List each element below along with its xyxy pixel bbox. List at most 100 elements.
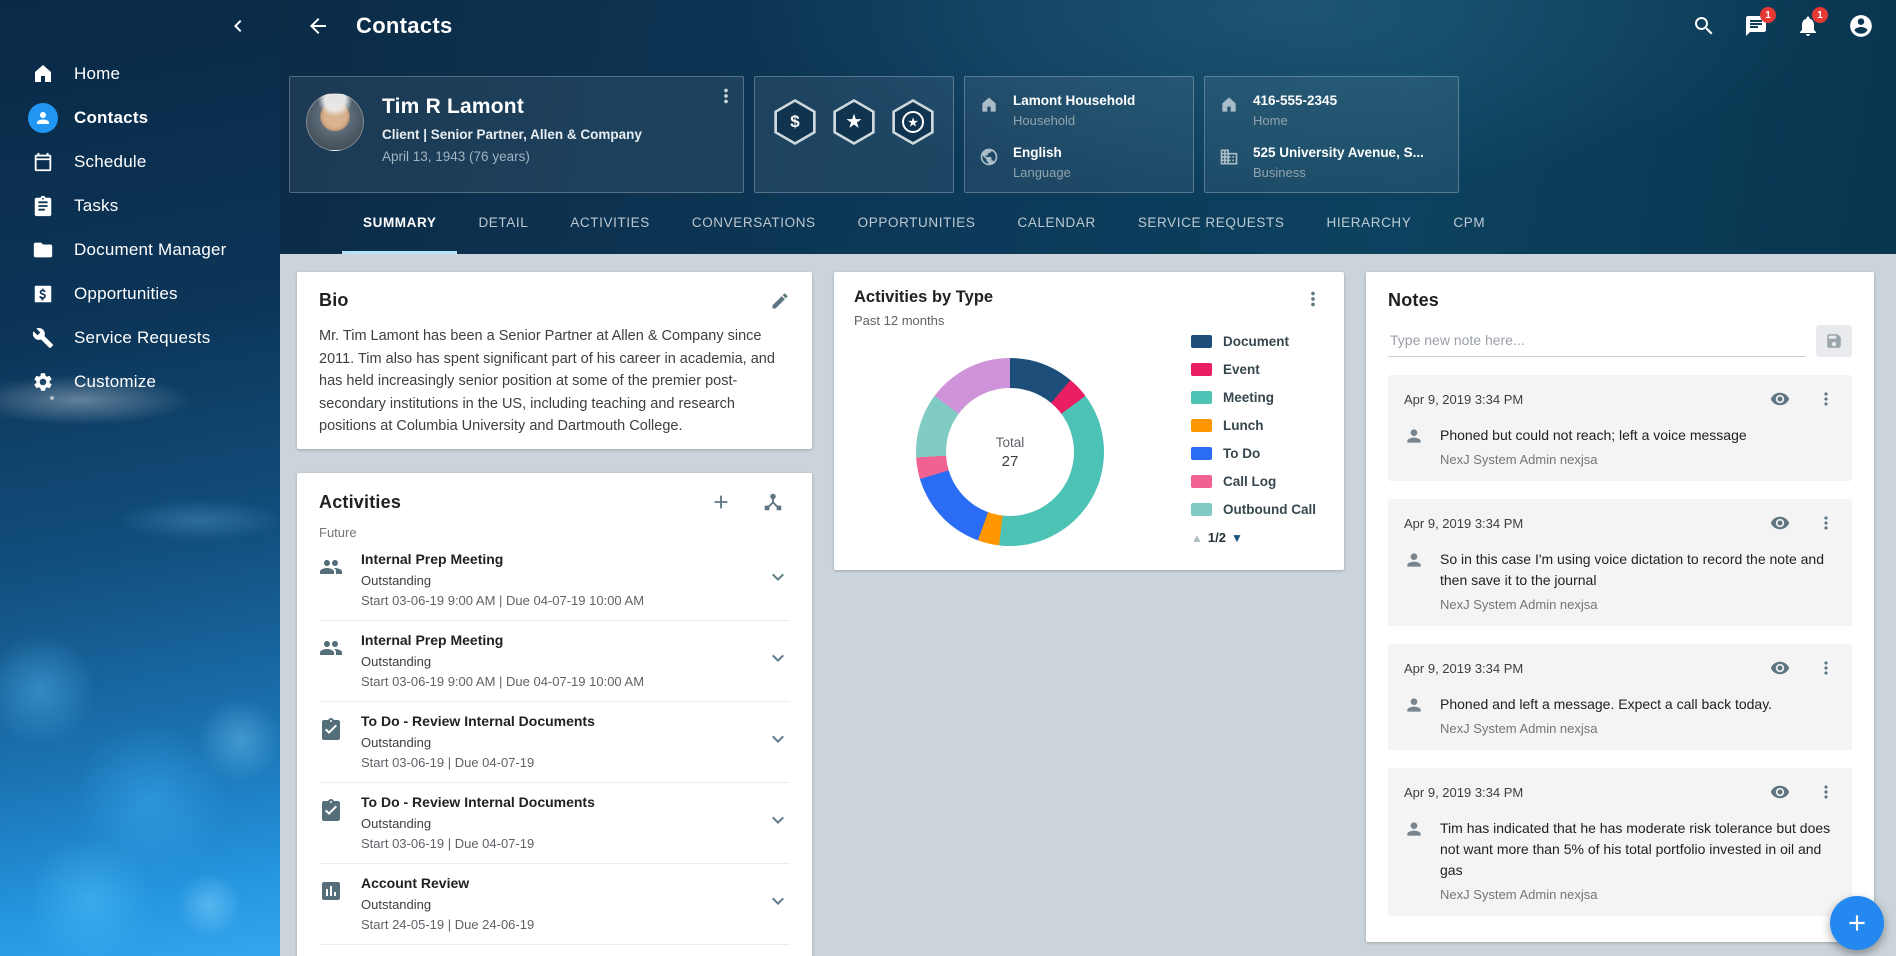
note-author: NexJ System Admin nexjsa: [1440, 887, 1836, 902]
donut-total-value: 27: [1002, 453, 1019, 470]
sidebar-item-contacts[interactable]: Contacts: [0, 96, 280, 140]
note-item: Apr 9, 2019 3:34 PM: [1388, 375, 1852, 481]
contact-avatar[interactable]: [306, 93, 364, 151]
chat-icon[interactable]: 1: [1744, 14, 1768, 38]
tab-hierarchy[interactable]: HIERARCHY: [1305, 193, 1432, 254]
contact-subtitle: Client | Senior Partner, Allen & Company: [382, 127, 642, 142]
chevron-down-icon[interactable]: [766, 889, 790, 918]
chevron-down-icon[interactable]: [766, 646, 790, 675]
chevron-down-icon[interactable]: [766, 565, 790, 594]
back-arrow-icon[interactable]: [306, 14, 330, 38]
sidebar-item-label: Opportunities: [74, 284, 178, 304]
summary-content: Bio Mr. Tim Lamont has been a Senior Par…: [280, 254, 1896, 956]
note-menu-icon[interactable]: [1816, 782, 1836, 802]
person-icon: [1404, 426, 1426, 467]
note-timestamp: Apr 9, 2019 3:34 PM: [1404, 661, 1523, 676]
account-icon[interactable]: [1848, 13, 1874, 39]
sidebar-item-tasks[interactable]: Tasks: [0, 184, 280, 228]
legend-label: Document: [1223, 334, 1289, 349]
sidebar-item-label: Service Requests: [74, 328, 210, 348]
eye-icon[interactable]: [1770, 513, 1790, 533]
note-author: NexJ System Admin nexjsa: [1440, 721, 1772, 736]
bell-badge: 1: [1812, 7, 1828, 23]
activity-status: Outstanding: [361, 816, 766, 831]
globe-icon: [979, 147, 1001, 180]
hierarchy-icon[interactable]: [762, 491, 784, 513]
chart-menu-icon[interactable]: [1302, 288, 1324, 310]
note-menu-icon[interactable]: [1816, 389, 1836, 409]
sidebar-item-home[interactable]: Home: [0, 52, 280, 96]
legend-item: To Do: [1191, 446, 1316, 461]
activity-title: Internal Prep Meeting: [361, 632, 766, 648]
note-timestamp: Apr 9, 2019 3:34 PM: [1404, 516, 1523, 531]
chevron-down-icon[interactable]: [766, 727, 790, 756]
legend-page-up-icon[interactable]: ▲: [1191, 531, 1203, 545]
sidebar-item-opportunities[interactable]: Opportunities: [0, 272, 280, 316]
add-fab-button[interactable]: [1830, 896, 1884, 950]
sidebar-item-customize[interactable]: Customize: [0, 360, 280, 404]
star-circle-badge-icon[interactable]: ★: [890, 99, 936, 145]
sidebar-collapse-icon[interactable]: [226, 14, 250, 38]
sidebar-nav: Home Contacts Schedule Tasks: [0, 52, 280, 404]
household-row[interactable]: Lamont Household Household: [979, 93, 1179, 128]
legend-swatch: [1191, 335, 1212, 348]
eye-icon[interactable]: [1770, 389, 1790, 409]
dollar-badge-icon[interactable]: $: [772, 99, 818, 145]
eye-icon[interactable]: [1770, 658, 1790, 678]
chart-title: Activities by Type: [854, 288, 993, 307]
sidebar-item-label: Home: [74, 64, 120, 84]
search-icon[interactable]: [1692, 14, 1716, 38]
wrench-icon: [28, 323, 58, 353]
person-icon: [1404, 550, 1426, 612]
note-menu-icon[interactable]: [1816, 513, 1836, 533]
contact-menu-icon[interactable]: [715, 85, 737, 112]
activity-row[interactable]: Internal Prep Meeting Outstanding Start …: [319, 621, 790, 702]
note-item: Apr 9, 2019 3:34 PM: [1388, 768, 1852, 916]
save-note-button[interactable]: [1816, 325, 1852, 357]
legend-item: Event: [1191, 362, 1316, 377]
tab-conversations[interactable]: CONVERSATIONS: [671, 193, 837, 254]
tab-calendar[interactable]: CALENDAR: [997, 193, 1117, 254]
star-badge-icon[interactable]: ★: [831, 99, 877, 145]
eye-icon[interactable]: [1770, 782, 1790, 802]
sidebar-item-schedule[interactable]: Schedule: [0, 140, 280, 184]
activity-row[interactable]: To Do - Review Internal Documents Outsta…: [319, 783, 790, 864]
tab-service-requests[interactable]: SERVICE REQUESTS: [1117, 193, 1306, 254]
phone-row[interactable]: 416-555-2345 Home: [1219, 93, 1444, 128]
add-activity-icon[interactable]: [710, 491, 732, 513]
activity-title: To Do - Review Internal Documents: [361, 794, 766, 810]
note-menu-icon[interactable]: [1816, 658, 1836, 678]
phone-label: Home: [1253, 113, 1337, 128]
legend-swatch: [1191, 391, 1212, 404]
calendar-icon: [28, 147, 58, 177]
notes-card: Notes Apr 9, 2019 3:34 PM: [1366, 272, 1874, 942]
new-note-input[interactable]: [1388, 326, 1806, 357]
person-icon: [1404, 695, 1426, 736]
tab-activities[interactable]: ACTIVITIES: [549, 193, 671, 254]
legend-label: Meeting: [1223, 390, 1274, 405]
tab-opportunities[interactable]: OPPORTUNITIES: [837, 193, 997, 254]
address-row[interactable]: 525 University Avenue, S... Business: [1219, 145, 1444, 180]
chart-subtitle: Past 12 months: [854, 313, 993, 328]
activity-row[interactable]: To Do - Review Internal Documents Outsta…: [319, 702, 790, 783]
legend-item: Outbound Call: [1191, 502, 1316, 517]
legend-pager: ▲ 1/2 ▼: [1191, 530, 1316, 545]
bio-text: Mr. Tim Lamont has been a Senior Partner…: [319, 325, 790, 438]
tab-cpm[interactable]: CPM: [1432, 193, 1506, 254]
chat-badge: 1: [1760, 7, 1776, 23]
sidebar-item-document-manager[interactable]: Document Manager: [0, 228, 280, 272]
activity-row[interactable]: Account Review Outstanding Start 24-05-1…: [319, 864, 790, 945]
edit-pencil-icon[interactable]: [770, 291, 790, 311]
contact-badges-card: $ ★ ★: [754, 76, 954, 193]
tab-summary[interactable]: SUMMARY: [342, 193, 457, 254]
bell-icon[interactable]: 1: [1796, 14, 1820, 38]
sidebar-item-service-requests[interactable]: Service Requests: [0, 316, 280, 360]
tab-detail[interactable]: DETAIL: [457, 193, 549, 254]
home-icon: [28, 59, 58, 89]
chevron-down-icon[interactable]: [766, 808, 790, 837]
bar-chart-icon: [319, 879, 345, 932]
people-icon: [319, 636, 345, 689]
legend-page-down-icon[interactable]: ▼: [1231, 531, 1243, 545]
language-row[interactable]: English Language: [979, 145, 1179, 180]
activity-row[interactable]: Internal Prep Meeting Outstanding Start …: [319, 540, 790, 621]
